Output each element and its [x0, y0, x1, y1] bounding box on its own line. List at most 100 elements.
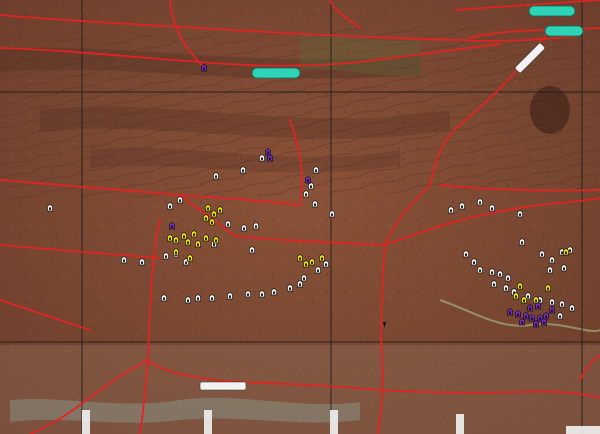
- site-marker[interactable]: [459, 201, 465, 210]
- site-marker[interactable]: [529, 313, 535, 322]
- site-marker[interactable]: [305, 175, 311, 184]
- road-label-bottom-highway: [199, 381, 247, 391]
- site-marker[interactable]: [308, 181, 314, 190]
- axis-label-bottom-2: [204, 410, 212, 434]
- site-marker[interactable]: [523, 311, 529, 320]
- site-marker[interactable]: [557, 311, 563, 320]
- site-marker[interactable]: [315, 265, 321, 274]
- site-marker[interactable]: [213, 171, 219, 180]
- site-marker[interactable]: [240, 165, 246, 174]
- axis-label-bottom-1: [82, 410, 90, 434]
- site-marker[interactable]: [227, 291, 233, 300]
- site-marker[interactable]: [491, 279, 497, 288]
- axis-label-bottom-5: [566, 426, 600, 434]
- site-marker[interactable]: [173, 235, 179, 244]
- site-marker[interactable]: [265, 147, 271, 156]
- site-marker[interactable]: [503, 283, 509, 292]
- site-marker[interactable]: [515, 309, 521, 318]
- site-marker[interactable]: [533, 295, 539, 304]
- site-marker[interactable]: [211, 209, 217, 218]
- site-marker[interactable]: [121, 255, 127, 264]
- site-marker[interactable]: [448, 205, 454, 214]
- site-marker[interactable]: [312, 199, 318, 208]
- site-marker[interactable]: [313, 165, 319, 174]
- site-marker[interactable]: [47, 203, 53, 212]
- site-marker[interactable]: [203, 233, 209, 242]
- site-marker[interactable]: [549, 297, 555, 306]
- satellite-map[interactable]: [0, 0, 600, 434]
- site-marker[interactable]: [161, 293, 167, 302]
- site-marker[interactable]: [271, 287, 277, 296]
- site-marker[interactable]: [225, 219, 231, 228]
- site-marker[interactable]: [287, 283, 293, 292]
- site-marker[interactable]: [489, 267, 495, 276]
- site-marker[interactable]: [297, 279, 303, 288]
- site-marker[interactable]: [181, 231, 187, 240]
- site-marker[interactable]: [543, 311, 549, 320]
- site-marker[interactable]: [245, 289, 251, 298]
- site-marker[interactable]: [539, 249, 545, 258]
- site-marker[interactable]: [507, 307, 513, 316]
- site-marker[interactable]: [301, 273, 307, 282]
- site-marker[interactable]: [549, 305, 555, 314]
- site-marker[interactable]: [267, 153, 273, 162]
- road-label-upper-middle: [251, 67, 301, 79]
- site-marker[interactable]: [249, 245, 255, 254]
- site-marker[interactable]: [297, 253, 303, 262]
- site-marker[interactable]: [535, 301, 541, 310]
- site-marker[interactable]: [169, 221, 175, 230]
- site-marker[interactable]: [303, 189, 309, 198]
- site-marker[interactable]: [195, 293, 201, 302]
- site-marker[interactable]: [185, 295, 191, 304]
- site-marker[interactable]: [519, 237, 525, 246]
- site-marker[interactable]: [533, 319, 539, 328]
- site-marker[interactable]: [319, 253, 325, 262]
- site-marker[interactable]: [309, 257, 315, 266]
- site-marker[interactable]: [549, 255, 555, 264]
- site-marker[interactable]: [163, 251, 169, 260]
- site-marker[interactable]: [323, 259, 329, 268]
- site-marker[interactable]: [167, 201, 173, 210]
- site-marker[interactable]: [187, 253, 193, 262]
- site-marker[interactable]: [559, 299, 565, 308]
- site-marker[interactable]: [209, 217, 215, 226]
- site-marker[interactable]: [545, 283, 551, 292]
- site-marker[interactable]: [253, 221, 259, 230]
- site-marker[interactable]: [527, 303, 533, 312]
- site-marker[interactable]: [241, 223, 247, 232]
- site-marker[interactable]: [177, 195, 183, 204]
- site-marker[interactable]: [463, 249, 469, 258]
- site-marker[interactable]: [517, 209, 523, 218]
- site-marker[interactable]: [209, 293, 215, 302]
- site-marker[interactable]: [497, 269, 503, 278]
- site-marker[interactable]: [329, 209, 335, 218]
- site-marker[interactable]: [569, 303, 575, 312]
- site-marker[interactable]: [477, 265, 483, 274]
- site-marker[interactable]: [477, 197, 483, 206]
- site-marker[interactable]: [563, 247, 569, 256]
- site-marker[interactable]: [519, 317, 525, 326]
- site-marker[interactable]: [203, 213, 209, 222]
- site-marker[interactable]: [167, 233, 173, 242]
- site-marker[interactable]: [173, 247, 179, 256]
- site-marker[interactable]: [217, 205, 223, 214]
- site-marker[interactable]: [541, 317, 547, 326]
- site-marker[interactable]: [195, 239, 201, 248]
- site-marker[interactable]: [191, 229, 197, 238]
- site-marker[interactable]: [201, 63, 207, 72]
- site-marker[interactable]: [517, 281, 523, 290]
- site-marker[interactable]: [139, 257, 145, 266]
- site-marker[interactable]: [185, 237, 191, 246]
- site-marker[interactable]: [259, 289, 265, 298]
- site-marker[interactable]: [489, 203, 495, 212]
- site-marker[interactable]: [505, 273, 511, 282]
- site-marker[interactable]: [521, 295, 527, 304]
- site-marker[interactable]: [303, 259, 309, 268]
- site-marker[interactable]: [561, 263, 567, 272]
- site-marker[interactable]: [547, 265, 553, 274]
- site-marker[interactable]: [205, 203, 211, 212]
- site-marker[interactable]: [259, 153, 265, 162]
- site-marker[interactable]: [471, 257, 477, 266]
- site-marker[interactable]: [513, 291, 519, 300]
- site-marker[interactable]: [213, 235, 219, 244]
